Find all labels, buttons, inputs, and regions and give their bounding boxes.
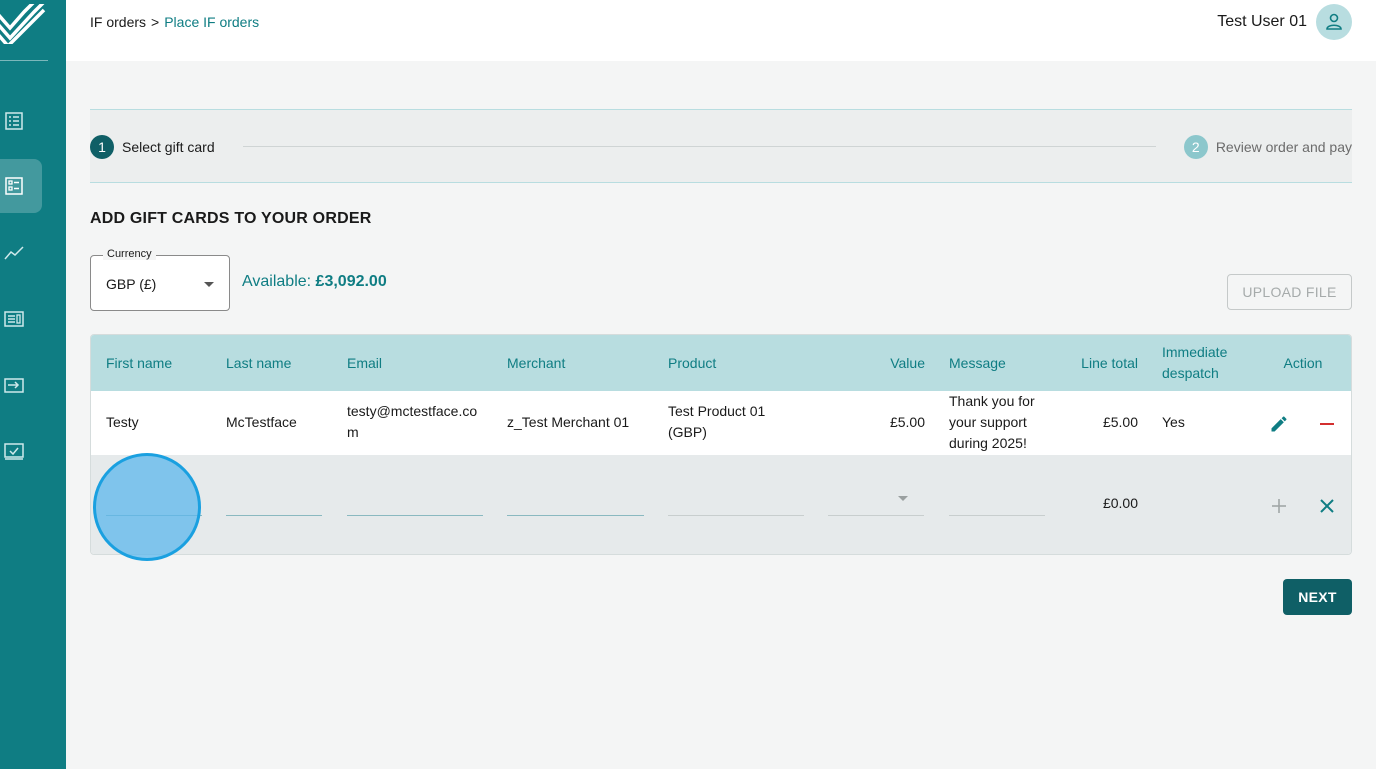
product-select[interactable] <box>668 515 804 516</box>
available-balance: Available: £3,092.00 <box>242 273 387 291</box>
step-number: 2 <box>1183 135 1208 159</box>
transfer-icon <box>4 378 24 393</box>
cell-email: testy@mctestface.com <box>347 403 478 440</box>
sidebar-item-reports[interactable] <box>0 292 42 346</box>
chart-icon <box>4 246 24 260</box>
cell-merchant: z_Test Merchant 01 <box>507 414 630 430</box>
col-immediate-despatch: Immediate despatch <box>1162 344 1228 381</box>
cell-product: Test Product 01 (GBP) <box>668 403 766 440</box>
order-stepper: 1 Select gift card 2 Review order and pa… <box>90 110 1352 182</box>
step-select-gift-card: 1 Select gift card <box>90 135 215 159</box>
checklist-icon <box>4 443 24 460</box>
available-label: Available: <box>242 273 312 290</box>
new-entry-row: £0.00 <box>91 455 1351 554</box>
col-line-total: Line total <box>1081 354 1138 371</box>
sidebar-item-orders[interactable] <box>0 159 42 213</box>
col-first-name: First name <box>106 354 173 371</box>
user-name[interactable]: Test User 01 <box>1217 13 1307 31</box>
minus-icon <box>1320 423 1334 425</box>
table-header: First name Last name Email Merchant Prod… <box>91 335 1351 391</box>
breadcrumb: IF orders > Place IF orders <box>90 14 259 30</box>
merchant-input[interactable] <box>507 515 644 516</box>
table-row: Testy McTestface testy@mctestface.com z_… <box>91 391 1351 455</box>
stepper-bottom-border <box>90 182 1352 183</box>
col-last-name: Last name <box>226 354 292 371</box>
step-label: Select gift card <box>122 139 215 155</box>
add-row-button[interactable] <box>1267 494 1291 518</box>
breadcrumb-separator: > <box>151 14 160 30</box>
col-action: Action <box>1283 354 1323 371</box>
brand-logo-icon[interactable] <box>0 4 46 44</box>
available-amount: £3,092.00 <box>315 273 387 290</box>
cell-message: Thank you for your support during 2025! <box>949 393 1035 451</box>
remove-row-button[interactable] <box>1315 412 1339 436</box>
list-icon <box>5 112 23 130</box>
pencil-icon <box>1271 416 1287 432</box>
sidebar <box>0 0 66 769</box>
col-email: Email <box>347 354 383 371</box>
cell-first-name: Testy <box>106 414 139 430</box>
step-label: Review order and pay <box>1215 139 1352 155</box>
breadcrumb-parent[interactable]: IF orders <box>90 14 146 30</box>
last-name-input[interactable] <box>226 515 322 516</box>
col-product: Product <box>668 354 717 371</box>
cell-last-name: McTestface <box>226 414 297 430</box>
sidebar-divider <box>0 60 48 61</box>
sidebar-item-approvals[interactable] <box>0 424 42 478</box>
chevron-down-icon <box>204 282 214 287</box>
step-number: 1 <box>90 135 114 159</box>
avatar[interactable] <box>1316 4 1352 40</box>
close-icon <box>1320 499 1334 513</box>
upload-file-button[interactable]: UPLOAD FILE <box>1227 274 1352 310</box>
col-merchant: Merchant <box>507 354 566 371</box>
report-icon <box>4 311 24 327</box>
sidebar-item-transfers[interactable] <box>0 358 42 412</box>
new-line-total: £0.00 <box>1102 495 1138 511</box>
col-message: Message <box>949 354 1006 371</box>
user-icon <box>1326 13 1342 30</box>
stepper-connector <box>243 146 1156 147</box>
sidebar-item-analytics[interactable] <box>0 226 42 280</box>
message-input[interactable] <box>949 515 1045 516</box>
orders-icon <box>5 177 23 195</box>
section-title: ADD GIFT CARDS TO YOUR ORDER <box>90 210 372 227</box>
email-input[interactable] <box>347 515 483 516</box>
next-button[interactable]: NEXT <box>1283 579 1352 615</box>
cell-value: £5.00 <box>889 414 925 430</box>
chevron-down-icon <box>898 496 908 501</box>
sidebar-item-list[interactable] <box>0 94 42 148</box>
value-select[interactable] <box>828 515 924 516</box>
step-review-order: 2 Review order and pay <box>1183 135 1352 159</box>
edit-row-button[interactable] <box>1267 412 1291 436</box>
currency-select[interactable]: Currency GBP (£) <box>90 248 230 311</box>
cell-line-total: £5.00 <box>1102 414 1138 430</box>
cancel-row-button[interactable] <box>1315 494 1339 518</box>
cell-immediate-despatch: Yes <box>1162 414 1185 430</box>
top-header: IF orders > Place IF orders Test User 01 <box>66 0 1376 61</box>
click-indicator <box>93 453 201 561</box>
breadcrumb-current[interactable]: Place IF orders <box>164 14 259 30</box>
plus-icon <box>1272 499 1286 513</box>
currency-value: GBP (£) <box>106 276 157 292</box>
currency-label: Currency <box>103 248 156 260</box>
gift-card-table: First name Last name Email Merchant Prod… <box>90 334 1352 555</box>
col-value: Value <box>890 354 925 371</box>
